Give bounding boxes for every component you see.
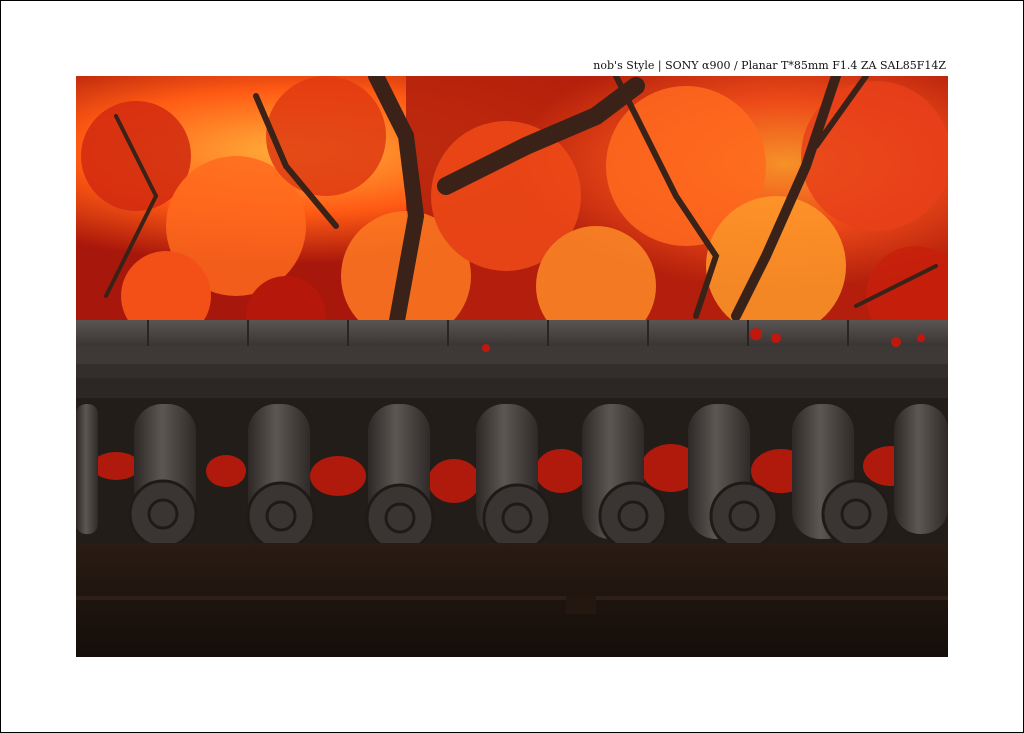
photo <box>76 76 948 657</box>
photo-scene <box>76 76 948 657</box>
photo-caption: nob's Style | SONY α900 / Planar T*85mm … <box>593 59 946 72</box>
roof-ridge-cap <box>76 320 948 346</box>
